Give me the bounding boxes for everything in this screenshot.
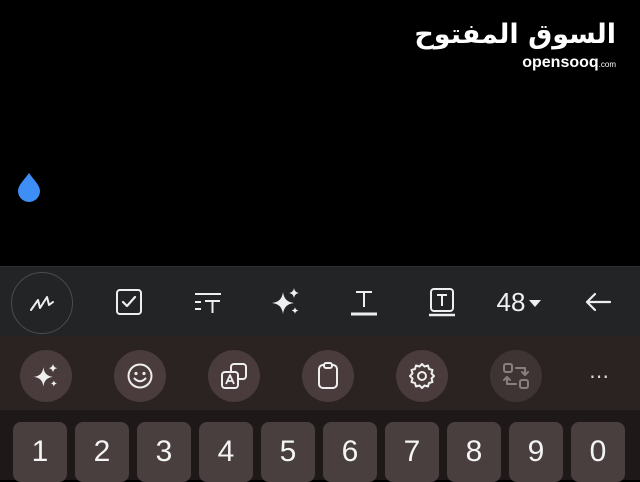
font-size-dropdown[interactable]: 48: [488, 267, 550, 337]
clipboard-icon: [318, 362, 338, 389]
checklist-button[interactable]: [107, 267, 151, 337]
key-1[interactable]: 1: [13, 422, 67, 482]
text-box-icon: [429, 288, 455, 317]
translate-icon: [221, 363, 247, 389]
keyboard-toolbar: ⋯: [0, 336, 640, 410]
key-5[interactable]: 5: [261, 422, 315, 482]
sparkle-ai-icon: [272, 288, 299, 314]
ai-assist-button[interactable]: [264, 267, 308, 337]
key-3[interactable]: 3: [137, 422, 191, 482]
opensooq-watermark: السوق المفتوح opensooq.com: [414, 18, 616, 74]
undo-button[interactable]: [576, 267, 620, 337]
emoji-icon: [127, 363, 153, 389]
settings-icon: [409, 363, 435, 389]
swap-layout-button[interactable]: [490, 350, 542, 402]
keyboard-settings-button[interactable]: [396, 350, 448, 402]
key-9[interactable]: 9: [509, 422, 563, 482]
handwriting-button[interactable]: [11, 272, 73, 334]
text-background-button[interactable]: [420, 267, 464, 337]
key-0[interactable]: 0: [571, 422, 625, 482]
font-size-value: 48: [496, 286, 526, 317]
emoji-button[interactable]: [114, 350, 166, 402]
watermark-arabic: السوق المفتوح: [414, 19, 616, 50]
text-style-button[interactable]: [186, 267, 230, 337]
key-7[interactable]: 7: [385, 422, 439, 482]
key-6[interactable]: 6: [323, 422, 377, 482]
undo-arrow-icon: [585, 292, 612, 312]
swap-icon: [503, 363, 529, 389]
chevron-down-icon: [529, 299, 542, 307]
formatting-toolbar: 48: [0, 266, 640, 337]
text-color-button[interactable]: [342, 267, 386, 337]
ai-writing-button[interactable]: [20, 350, 72, 402]
underline-text-icon: [351, 291, 377, 316]
text-spacing-icon: [195, 293, 221, 313]
drawing-canvas[interactable]: السوق المفتوح opensooq.com: [0, 0, 640, 266]
key-8[interactable]: 8: [447, 422, 501, 482]
handwriting-pen-icon: [30, 296, 54, 311]
checkbox-icon: [116, 289, 142, 315]
text-cursor-handle[interactable]: [15, 171, 43, 203]
key-2[interactable]: 2: [75, 422, 129, 482]
keyboard-number-row: 1 2 3 4 5 6 7 8 9 0: [0, 410, 640, 482]
key-4[interactable]: 4: [199, 422, 253, 482]
translate-button[interactable]: [208, 350, 260, 402]
watermark-latin: opensooq.com: [522, 54, 616, 71]
more-options-button[interactable]: ⋯: [578, 350, 622, 402]
clipboard-button[interactable]: [302, 350, 354, 402]
sparkle-ai-icon: [33, 363, 58, 387]
